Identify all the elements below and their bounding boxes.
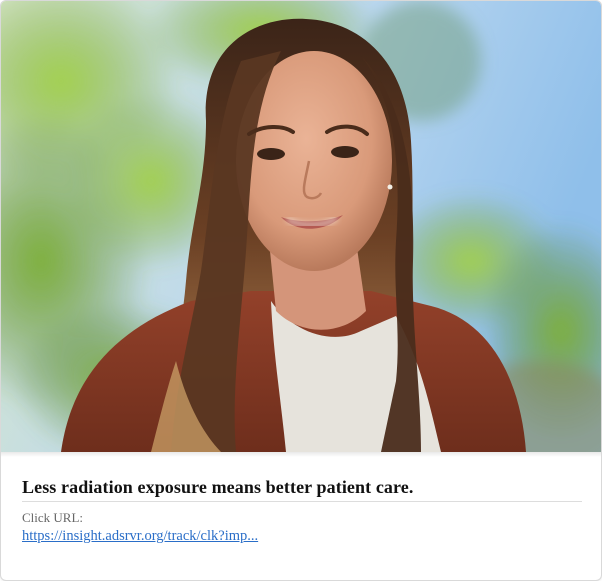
click-url-label: Click URL: bbox=[22, 510, 84, 525]
headline-divider bbox=[22, 501, 582, 502]
image-divider-shadow bbox=[1, 452, 601, 457]
click-url-link[interactable]: https://insight.adsrvr.org/track/clk?imp… bbox=[22, 528, 258, 545]
ad-image[interactable] bbox=[1, 1, 601, 452]
ad-card: Less radiation exposure means better pat… bbox=[0, 0, 602, 581]
ad-headline[interactable]: Less radiation exposure means better pat… bbox=[22, 477, 413, 498]
